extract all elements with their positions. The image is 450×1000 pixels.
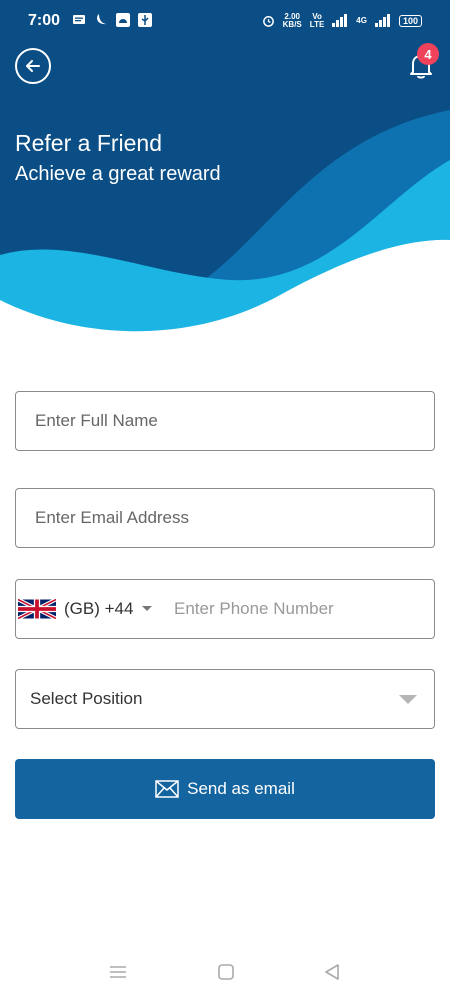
position-select-label: Select Position — [30, 689, 143, 708]
full-name-field[interactable] — [15, 391, 435, 451]
send-as-email-button[interactable]: Send as email — [15, 759, 435, 819]
status-notification-icons — [72, 13, 152, 27]
moon-icon — [94, 13, 108, 27]
uk-flag-icon — [18, 599, 56, 619]
signal-icon — [332, 13, 348, 29]
phone-field: (GB) +44 — [15, 579, 435, 639]
page-title: Refer a Friend — [15, 130, 163, 156]
status-system-icons: 2.00 KB/S Vo LTE 4G 100 — [262, 13, 422, 29]
country-code-picker[interactable]: (GB) +44 — [18, 580, 153, 638]
envelope-icon — [155, 780, 179, 798]
volte-bottom: LTE — [309, 20, 325, 29]
arrow-left-icon — [26, 60, 40, 72]
system-navigation-bar — [0, 948, 450, 1000]
chevron-down-icon — [399, 695, 417, 704]
email-input[interactable] — [16, 489, 434, 547]
battery-indicator: 100 — [398, 15, 422, 27]
signal-icon-secondary — [374, 13, 391, 29]
home-icon[interactable] — [216, 962, 236, 982]
message-icon — [72, 13, 86, 27]
phone-input-wrapper — [174, 580, 429, 638]
full-name-input[interactable] — [16, 392, 434, 450]
menu-icon[interactable] — [108, 962, 128, 982]
android-debug-icon — [116, 13, 130, 27]
back-button[interactable] — [15, 48, 51, 84]
network-speed: 2.00 KB/S — [283, 13, 302, 29]
status-time: 7:00 — [28, 12, 61, 29]
volte-indicator: Vo LTE — [310, 13, 325, 29]
send-button-label: Send as email — [187, 779, 295, 798]
alarm-icon — [262, 14, 275, 29]
status-bar: 7:00 2.00 KB/S Vo LTE 4G 100 — [0, 0, 450, 44]
page-subtitle: Achieve a great reward — [15, 163, 221, 185]
usb-icon — [138, 13, 152, 27]
phone-input[interactable] — [174, 580, 429, 638]
caret-down-icon — [142, 606, 153, 611]
back-triangle-icon[interactable] — [322, 962, 342, 982]
notification-count-badge: 4 — [417, 43, 439, 65]
signal-type-label: 4G — [356, 16, 367, 25]
position-select[interactable]: Select Position — [15, 669, 435, 729]
network-speed-unit: KB/S — [282, 20, 302, 29]
country-code-label: (GB) +44 — [64, 599, 134, 618]
email-field[interactable] — [15, 488, 435, 548]
